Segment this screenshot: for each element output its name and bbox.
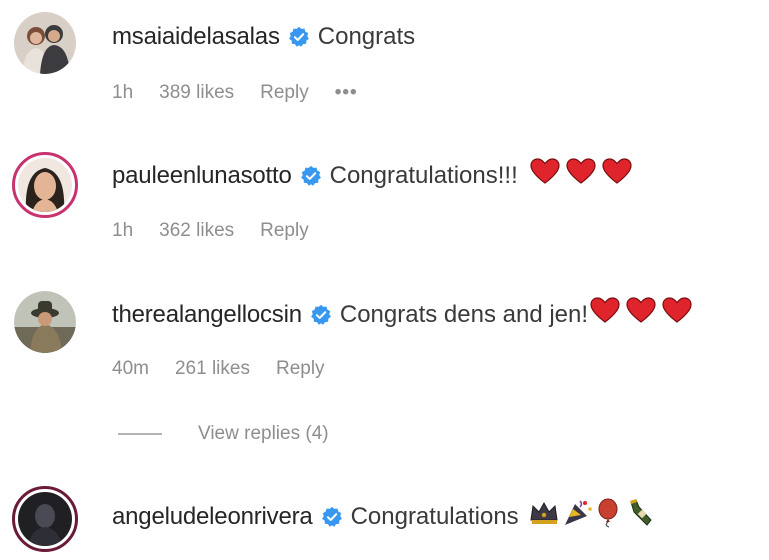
red-heart-icon [662,297,692,323]
comment-likes[interactable]: 362 likes [159,219,234,243]
comment-time: 1h [112,220,134,241]
champagne-bottle-icon [629,499,652,526]
comment-time: 40m [112,358,149,379]
verified-badge-icon [288,26,309,47]
comment-meta: 1h 389 likes Reply ••• [112,81,384,105]
comments-list: msaiaidelasalas Congrats 1h 389 likes Re… [0,0,769,560]
view-replies-label: View replies (4) [198,423,329,444]
verified-badge-icon [310,304,331,325]
avatar-photo [18,492,72,546]
balloon-icon [598,498,618,528]
red-heart-icon [602,158,632,184]
comment-line: therealangellocsin Congrats dens and jen… [112,297,692,333]
comment-meta: 40m 261 likes Reply [112,357,351,381]
reply-button[interactable]: Reply [276,357,325,381]
comment-time: 1h [112,82,134,103]
hearts [530,158,632,194]
comment-line: angeludeleonrivera Congratulations [112,498,657,536]
comment-text: Congratulations!!! [329,162,518,189]
more-options-icon[interactable]: ••• [335,81,358,105]
comment-username[interactable]: angeludeleonrivera [112,502,313,532]
red-heart-icon [626,297,656,323]
avatar[interactable] [14,12,76,74]
comment-line: msaiaidelasalas Congrats [112,22,415,52]
red-heart-icon [530,158,560,184]
red-heart-icon [566,158,596,184]
avatar-photo [14,12,76,74]
comment-username[interactable]: therealangellocsin [112,300,302,330]
comment-text: Congrats dens and jen! [339,301,589,328]
avatar[interactable] [14,291,76,353]
avatar-photo [18,158,72,212]
comment-text: Congratulations [350,503,519,530]
view-replies-button[interactable]: View replies (4) [118,423,329,445]
verified-badge-icon [321,506,342,527]
comment-likes[interactable]: 261 likes [175,357,250,381]
hearts [590,297,692,333]
view-replies-divider [118,433,162,435]
red-heart-icon [590,297,620,323]
crown-icon [530,501,558,524]
avatar[interactable] [12,152,78,218]
celebration-emojis [529,498,657,536]
comment-line: pauleenlunasotto Congratulations!!! [112,158,632,194]
comment-text: Congrats [317,23,416,50]
avatar-photo [14,291,76,353]
avatar[interactable] [12,486,78,552]
comment-likes[interactable]: 389 likes [159,81,234,105]
reply-button[interactable]: Reply [260,219,309,243]
reply-button[interactable]: Reply [260,81,309,105]
verified-badge-icon [300,165,321,186]
comment-username[interactable]: msaiaidelasalas [112,22,280,52]
party-popper-icon [564,500,592,525]
comment-username[interactable]: pauleenlunasotto [112,161,292,191]
comment-meta: 1h 362 likes Reply [112,219,335,243]
